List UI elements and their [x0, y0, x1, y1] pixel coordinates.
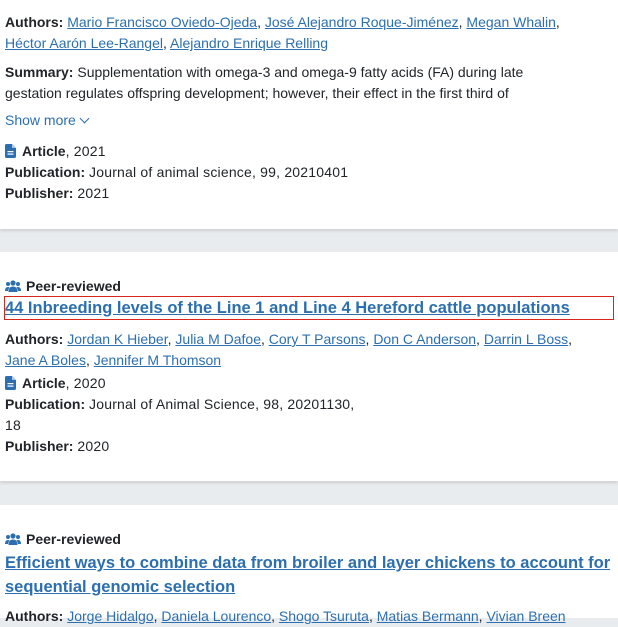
author-link[interactable]: Héctor Aarón Lee-Rangel: [5, 35, 163, 51]
type-year: , 2021: [65, 143, 106, 159]
type-label: Article: [22, 375, 66, 391]
publisher-row: Publisher: 2021: [5, 183, 608, 204]
authors-label: Authors:: [5, 331, 64, 347]
result-title-link[interactable]: Efficient ways to combine data from broi…: [5, 554, 610, 572]
peer-reviewed-label: Peer-reviewed: [26, 531, 121, 547]
people-icon: [5, 280, 21, 292]
publication-row: Publication: Journal of animal science, …: [5, 162, 608, 183]
author-link[interactable]: Vivian Breen: [486, 608, 565, 624]
author-link[interactable]: Megan Whalin: [466, 14, 556, 30]
summary-label: Summary:: [5, 64, 74, 80]
author-link[interactable]: Jennifer M Thomson: [94, 352, 221, 368]
author-link[interactable]: Darrin L Boss: [484, 331, 568, 347]
result-title: sequential genomic selection: [5, 575, 608, 599]
publisher-label: Publisher:: [5, 438, 74, 454]
author-link[interactable]: Cory T Parsons: [269, 331, 366, 347]
author-link[interactable]: Jorge Hidalgo: [67, 608, 153, 624]
show-more-button[interactable]: Show more: [5, 110, 608, 131]
type-year: , 2020: [65, 375, 106, 391]
author-link[interactable]: Julia M Dafoe: [175, 331, 261, 347]
publisher-label: Publisher:: [5, 185, 74, 201]
type-row: Article, 2021: [5, 141, 608, 162]
publisher-row: Publisher: 2020: [5, 436, 608, 457]
author-link[interactable]: Alejandro Enrique Relling: [170, 35, 328, 51]
author-link[interactable]: Mario Francisco Oviedo-Ojeda: [67, 14, 257, 30]
publisher-value: 2020: [77, 438, 110, 454]
result-card: Peer-reviewed 44 Inbreeding levels of th…: [0, 252, 618, 481]
publication-continued: 18: [5, 415, 608, 436]
summary-row: gestation regulates offspring developmen…: [5, 83, 608, 104]
summary-text: Supplementation with omega-3 and omega-9…: [77, 64, 524, 80]
peer-reviewed-badge: Peer-reviewed: [5, 276, 608, 297]
publication-label: Publication:: [5, 396, 86, 412]
author-link[interactable]: José Alejandro Roque-Jiménez: [265, 14, 459, 30]
publication-value: Journal of Animal Science, 98, 20201130,: [89, 396, 355, 412]
authors-row: Héctor Aarón Lee-Rangel, Alejandro Enriq…: [5, 35, 329, 51]
authors-row: Authors: Jorge Hidalgo, Daniela Lourenco…: [5, 608, 566, 624]
result-card: Peer-reviewed Efficient ways to combine …: [0, 505, 618, 624]
show-more-label[interactable]: Show more: [5, 112, 76, 128]
authors-row: Authors: Jordan K Hieber, Julia M Dafoe,…: [5, 331, 573, 347]
authors-label: Authors:: [5, 14, 64, 30]
publication-label: Publication:: [5, 164, 86, 180]
publication-row: Publication: Journal of Animal Science, …: [5, 394, 608, 415]
publisher-value: 2021: [77, 185, 110, 201]
author-link[interactable]: Jane A Boles: [5, 352, 86, 368]
publication-value: Journal of animal science, 99, 20210401: [89, 164, 349, 180]
result-title: Efficient ways to combine data from broi…: [5, 551, 610, 575]
type-label: Article: [22, 143, 66, 159]
author-link[interactable]: Jordan K Hieber: [67, 331, 167, 347]
chevron-down-icon: [79, 113, 90, 124]
result-title-link[interactable]: 44 Inbreeding levels of the Line 1 and L…: [5, 299, 570, 317]
type-row: Article, 2020: [5, 373, 608, 394]
summary-row: Summary: Supplementation with omega-3 an…: [5, 62, 608, 83]
peer-reviewed-badge: Peer-reviewed: [5, 529, 608, 550]
result-title-link[interactable]: sequential genomic selection: [5, 578, 235, 596]
authors-row: Authors: Mario Francisco Oviedo-Ojeda, J…: [5, 14, 560, 30]
author-link[interactable]: Daniela Lourenco: [161, 608, 271, 624]
author-link[interactable]: Don C Anderson: [373, 331, 476, 347]
peer-reviewed-label: Peer-reviewed: [26, 278, 121, 294]
publication-value-continued: 18: [5, 417, 21, 433]
authors-row: Jane A Boles, Jennifer M Thomson: [5, 352, 222, 368]
result-title: 44 Inbreeding levels of the Line 1 and L…: [5, 298, 608, 318]
author-link[interactable]: Matias Bermann: [377, 608, 479, 624]
people-icon: [5, 533, 21, 545]
author-link[interactable]: Shogo Tsuruta: [279, 608, 369, 624]
document-icon: [5, 144, 16, 158]
authors-label: Authors:: [5, 608, 64, 624]
result-card: Authors: Mario Francisco Oviedo-Ojeda, J…: [0, 0, 618, 229]
summary-text: gestation regulates offspring developmen…: [5, 85, 509, 101]
document-icon: [5, 376, 16, 390]
